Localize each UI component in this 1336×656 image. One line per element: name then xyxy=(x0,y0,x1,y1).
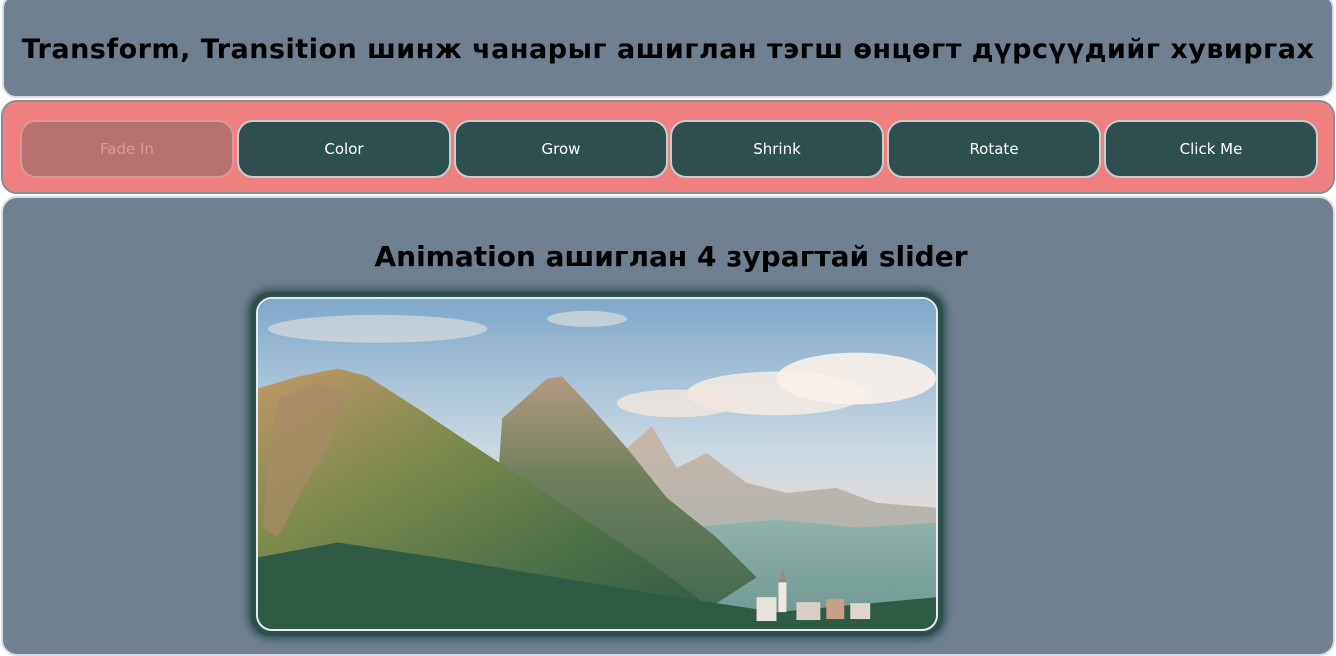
color-button[interactable]: Color xyxy=(237,120,451,178)
button-bar: Fade In Color Grow Shrink Rotate Click M… xyxy=(1,100,1335,194)
fade-in-button[interactable]: Fade In xyxy=(20,120,234,178)
click-me-button[interactable]: Click Me xyxy=(1104,120,1318,178)
page-header: Transform, Transition шинж чанарыг ашигл… xyxy=(2,0,1334,98)
page-title: Transform, Transition шинж чанарыг ашигл… xyxy=(21,33,1315,65)
slider-section: Animation ашиглан 4 зурагтай slider xyxy=(1,196,1335,656)
rotate-button[interactable]: Rotate xyxy=(887,120,1101,178)
grow-button[interactable]: Grow xyxy=(454,120,668,178)
image-slider[interactable] xyxy=(251,292,943,636)
slider-heading: Animation ашиглан 4 зурагтай slider xyxy=(374,240,968,273)
shrink-button[interactable]: Shrink xyxy=(670,120,884,178)
mountain-landscape-image xyxy=(258,299,936,629)
slider-image xyxy=(256,297,938,631)
